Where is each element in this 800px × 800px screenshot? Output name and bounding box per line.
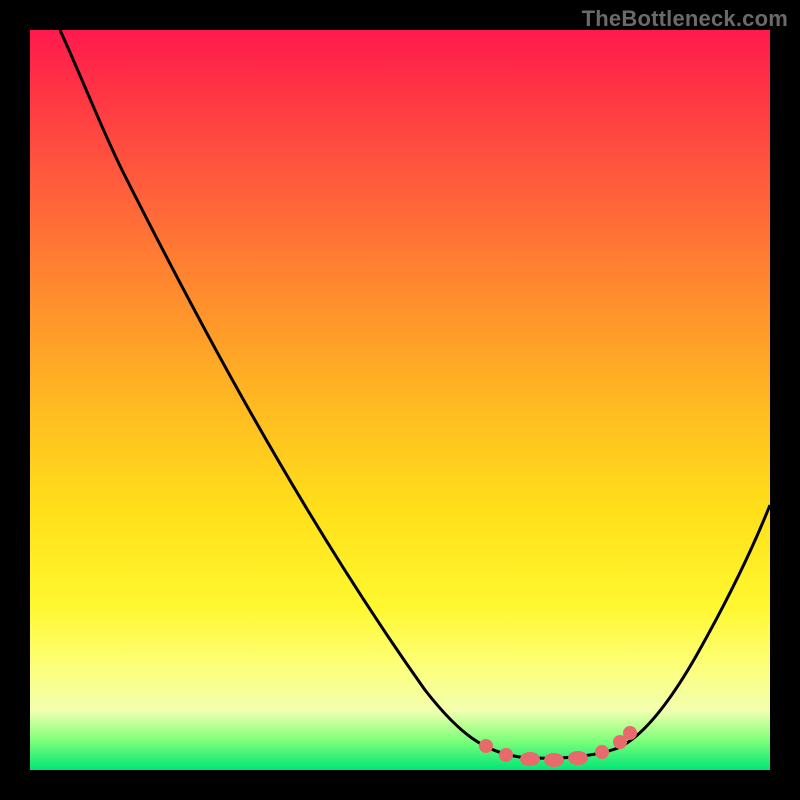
curve-path [60, 30, 770, 758]
optimal-range-dots [479, 726, 637, 767]
chart-frame: TheBottleneck.com [0, 0, 800, 800]
watermark-text: TheBottleneck.com [582, 6, 788, 32]
bottleneck-curve [30, 30, 770, 770]
plot-area [30, 30, 770, 770]
